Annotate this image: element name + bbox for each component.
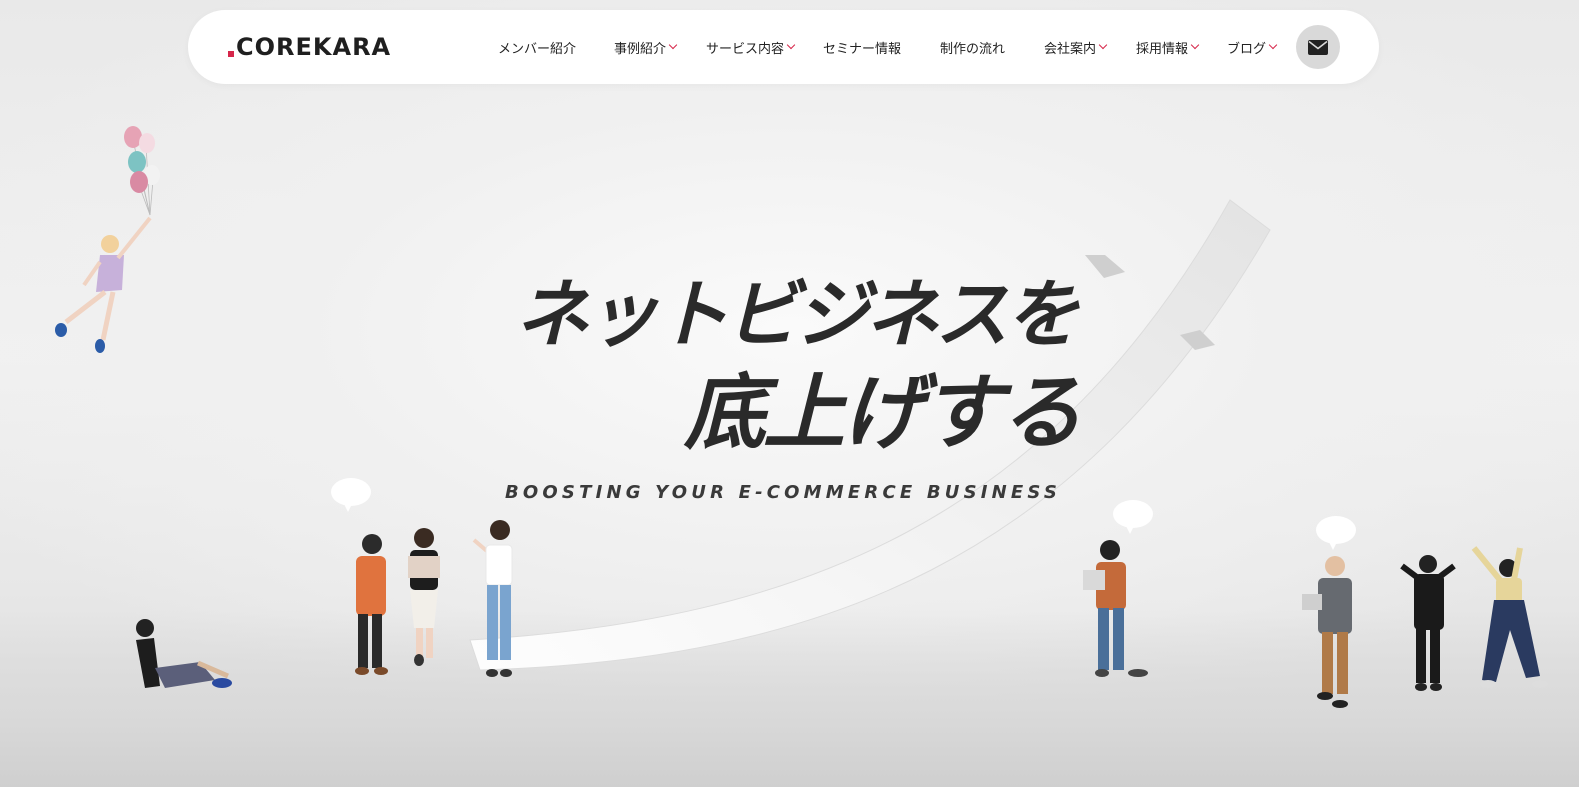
nav-item-label: サービス内容 (706, 41, 785, 57)
contact-mail-button[interactable] (1296, 25, 1340, 69)
nav-item-services[interactable]: サービス内容 (706, 37, 796, 57)
logo-dot (228, 51, 234, 57)
nav-item-company[interactable]: 会社案内 (1044, 37, 1108, 57)
nav-item-label: 会社案内 (1044, 41, 1097, 57)
nav-item-recruit[interactable]: 採用情報 (1136, 37, 1200, 57)
nav-item-label: 制作の流れ (940, 41, 1006, 57)
hero-headline-line2: 底上げする (684, 365, 1082, 461)
hero-subtitle: BOOSTING YOUR E-COMMERCE BUSINESS (505, 482, 1062, 503)
envelope-icon (1308, 39, 1328, 55)
nav-item-production-flow[interactable]: 制作の流れ (940, 37, 1005, 57)
nav-item-label: セミナー情報 (823, 41, 902, 57)
nav-item-label: ブログ (1227, 41, 1267, 57)
corekara-logo[interactable]: COREKARA (228, 32, 391, 62)
nav-item-label: 事例紹介 (614, 41, 667, 57)
nav-item-seminars[interactable]: セミナー情報 (823, 37, 901, 57)
nav-item-case-studies[interactable]: 事例紹介 (614, 37, 678, 57)
chevron-down-icon (786, 40, 796, 50)
hero-headline-line1: ネットビジネスを (515, 272, 1079, 358)
chevron-down-icon (1190, 40, 1200, 50)
nav-item-label: メンバー紹介 (498, 41, 577, 57)
nav-item-members[interactable]: メンバー紹介 (498, 37, 576, 57)
chevron-down-icon (668, 40, 678, 50)
nav-item-blog[interactable]: ブログ (1227, 37, 1278, 57)
chevron-down-icon (1098, 40, 1108, 50)
header-navbar: COREKARA メンバー紹介 事例紹介 サービス内容 セミナー情報 制作の流れ… (188, 10, 1379, 84)
nav-item-label: 採用情報 (1136, 41, 1189, 57)
logo-text: COREKARA (236, 33, 392, 61)
chevron-down-icon (1268, 40, 1278, 50)
